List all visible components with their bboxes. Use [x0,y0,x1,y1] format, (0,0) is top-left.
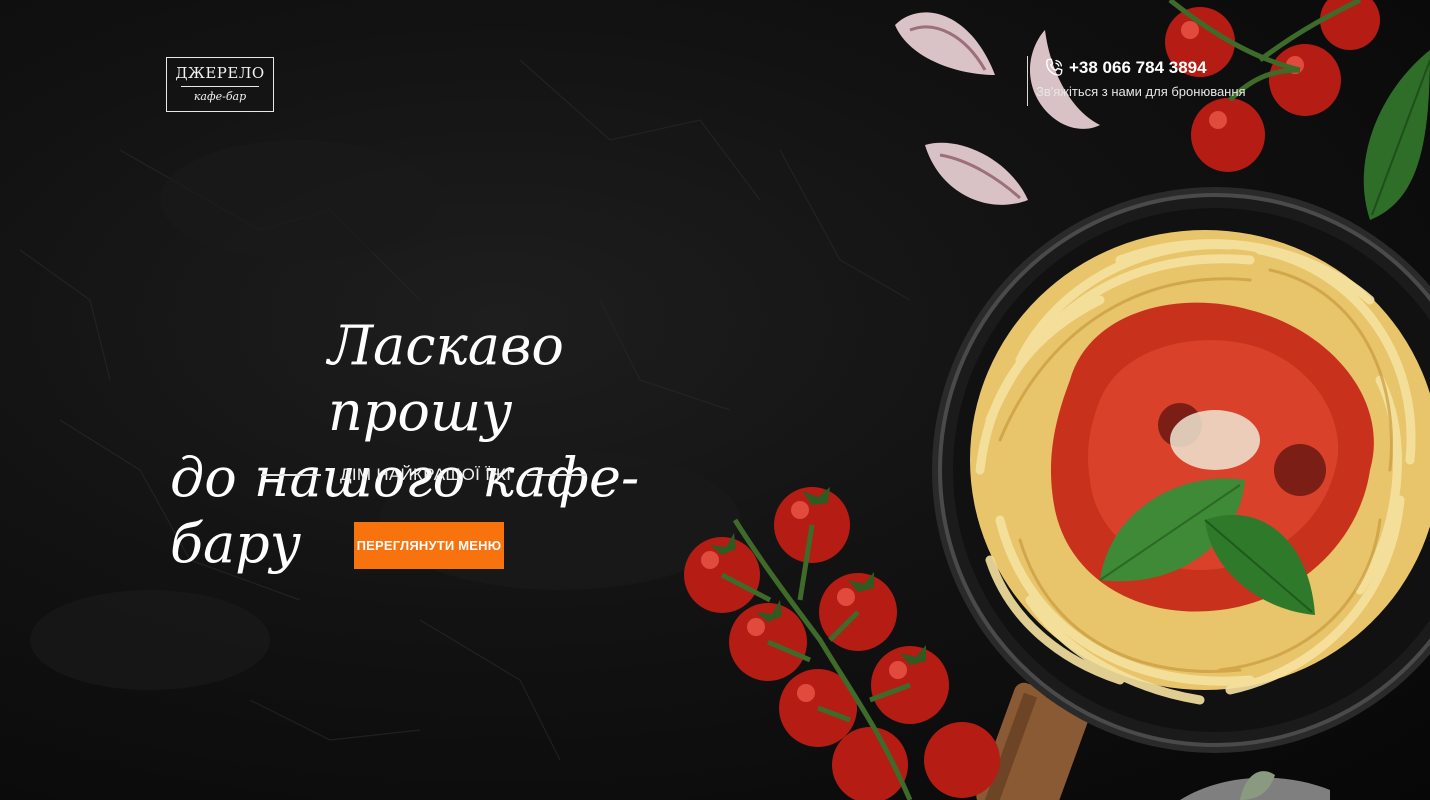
tagline-text: ДІМ НАЙКРАЩОЇ ЇЖІ [340,465,512,484]
hero-section: ДЖЕРЕЛО кафе-бар +38 066 784 3894 Зв'яжі… [0,0,1430,800]
logo-subtitle: кафе-бар [193,90,247,103]
logo-divider [181,86,259,87]
tagline-rule-right [527,474,588,476]
tagline: ДІМ НАЙКРАЩОЇ ЇЖІ [261,465,588,485]
herb-garnish [1180,771,1330,800]
phone-row[interactable]: +38 066 784 3894 [1036,56,1246,80]
tagline-rule-left [261,474,321,476]
logo-name: ДЖЕРЕЛО [175,64,265,82]
booking-note: Зв'яжіться з нами для бронювання [1036,84,1246,99]
phone-number[interactable]: +38 066 784 3894 [1069,58,1207,78]
phone-icon [1046,58,1063,76]
garlic-cloves [895,12,1100,205]
title-line-1: Ласкаво прошу [328,314,564,443]
contact-block: +38 066 784 3894 Зв'яжіться з нами для б… [1027,56,1246,106]
view-menu-button[interactable]: ПЕРЕГЛЯНУТИ МЕНЮ [354,522,504,569]
basil-leaf-top [1363,50,1430,220]
logo[interactable]: ДЖЕРЕЛО кафе-бар [166,57,274,112]
